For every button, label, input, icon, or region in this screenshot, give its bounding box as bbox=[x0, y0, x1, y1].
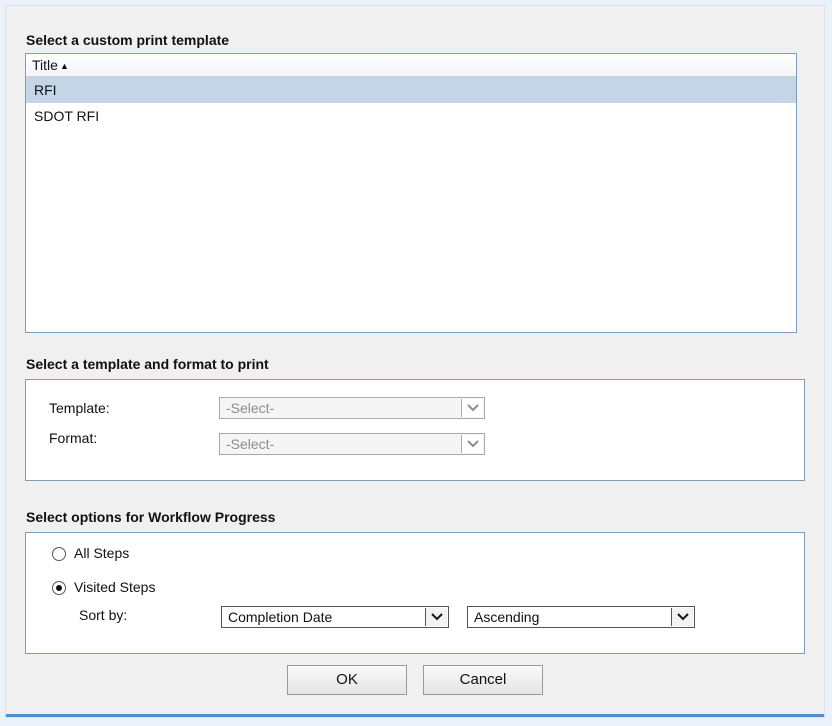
format-select-value: -Select- bbox=[226, 436, 275, 452]
template-select[interactable]: -Select- bbox=[219, 397, 485, 419]
template-label: Template: bbox=[49, 400, 110, 416]
template-format-title: Select a template and format to print bbox=[26, 356, 269, 372]
visited-steps-label[interactable]: Visited Steps bbox=[74, 579, 155, 595]
sort-order-value: Ascending bbox=[474, 609, 540, 625]
all-steps-label[interactable]: All Steps bbox=[74, 545, 129, 561]
radio-selected-dot bbox=[56, 585, 62, 591]
print-dialog: Select a custom print template Title ▲ RF… bbox=[6, 6, 824, 717]
workflow-title: Select options for Workflow Progress bbox=[26, 509, 276, 525]
chevron-down-icon bbox=[461, 435, 483, 453]
cancel-button[interactable]: Cancel bbox=[423, 665, 543, 695]
title-column-label: Title bbox=[32, 57, 58, 73]
sort-by-label: Sort by: bbox=[79, 607, 128, 623]
template-list-title: Select a custom print template bbox=[26, 32, 230, 48]
template-select-value: -Select- bbox=[226, 400, 275, 416]
template-row-sdot-rfi[interactable]: SDOT RFI bbox=[26, 103, 796, 129]
all-steps-radio[interactable] bbox=[52, 547, 66, 561]
title-column-header[interactable]: Title ▲ bbox=[26, 54, 796, 77]
template-row-label: RFI bbox=[34, 82, 57, 98]
chevron-down-icon bbox=[671, 608, 693, 626]
chevron-down-icon bbox=[425, 608, 447, 626]
template-row-rfi[interactable]: RFI bbox=[26, 77, 796, 103]
template-list[interactable]: Title ▲ RFI SDOT RFI bbox=[25, 53, 797, 333]
format-label: Format: bbox=[49, 430, 98, 446]
template-format-panel: Template: -Select- Format: -Select- bbox=[25, 379, 805, 481]
sort-ascending-icon: ▲ bbox=[59, 61, 69, 71]
format-select[interactable]: -Select- bbox=[219, 433, 485, 455]
sort-order-select[interactable]: Ascending bbox=[467, 606, 695, 628]
ok-button[interactable]: OK bbox=[287, 665, 407, 695]
sort-field-value: Completion Date bbox=[228, 609, 333, 625]
template-row-label: SDOT RFI bbox=[34, 108, 100, 124]
visited-steps-radio[interactable] bbox=[52, 581, 66, 595]
workflow-panel: All Steps Visited Steps Sort by: Complet… bbox=[25, 532, 805, 654]
sort-field-select[interactable]: Completion Date bbox=[221, 606, 449, 628]
chevron-down-icon bbox=[461, 399, 483, 417]
